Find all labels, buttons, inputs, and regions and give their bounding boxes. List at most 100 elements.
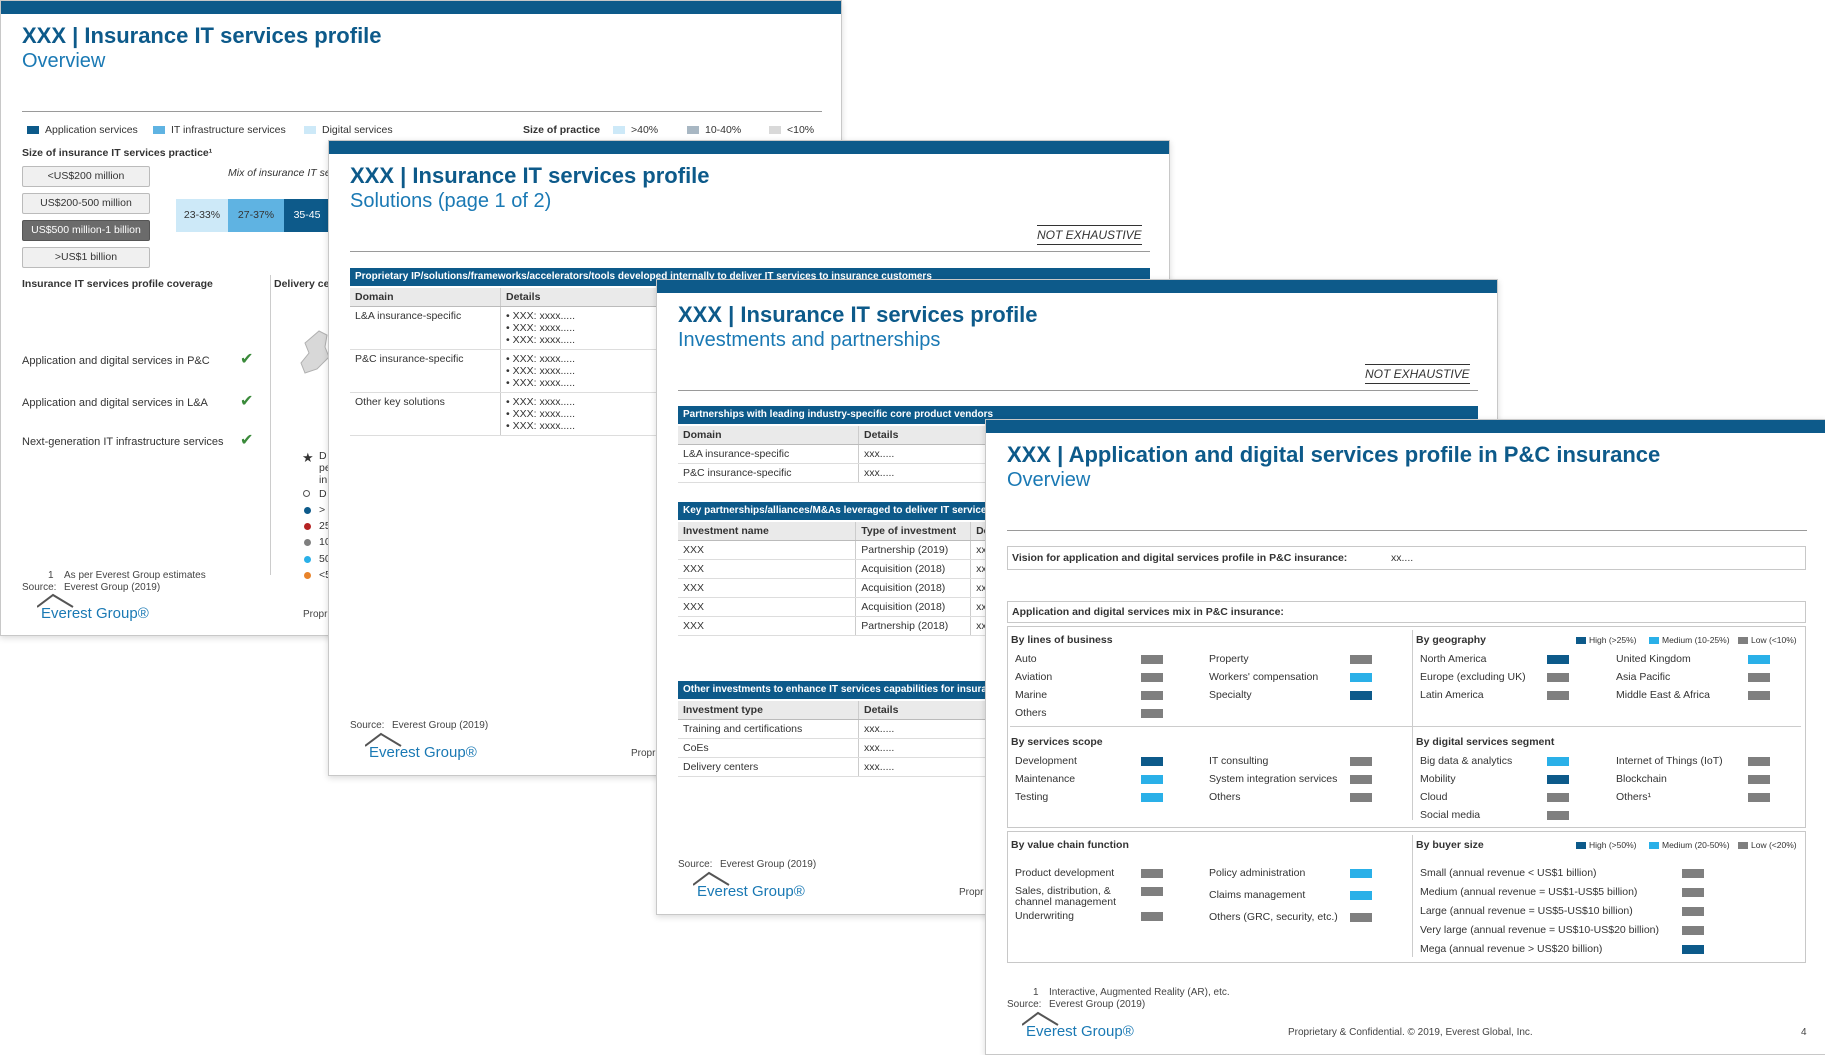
practice-option[interactable]: <US$200 million [22,166,150,187]
dot-orange-icon [304,572,311,579]
mix-segment: 23-33% [176,199,228,232]
mix-box: Application and digital services mix in … [1007,601,1806,623]
vision-label: Vision for application and digital servi… [1012,552,1348,564]
proprietary-note: Propr [303,609,328,620]
scope-rating-swatch [1350,793,1372,802]
value-rating-swatch [1141,869,1163,878]
table-row: XXX Partnership (2019) xxx [678,540,998,560]
digital-label: Others¹ [1616,791,1652,803]
digital-label: Big data & analytics [1420,755,1513,767]
coverage-item: Application and digital services in L&A [22,397,208,409]
everest-mountain-icon [693,871,730,886]
slide-subtitle: Overview [1007,469,1091,491]
slide-title: XXX | Insurance IT services profile [678,302,1038,327]
everest-logo: Everest Group® [1022,1011,1134,1040]
coverage-item: Next-generation IT infrastructure servic… [22,436,224,448]
digital-label: Cloud [1420,791,1448,803]
value-label-extra: channel management [1015,896,1116,908]
scope-label: System integration services [1209,773,1338,785]
table-row: L&A insurance-specific xxx..... [678,444,998,464]
table-row: XXX Acquisition (2018) xxx [678,578,998,598]
geo-rating-swatch [1547,673,1569,682]
buyer-rating-swatch [1682,907,1704,916]
value-label: Claims management [1209,889,1306,901]
legend-text: Low (<10%) [1751,635,1797,645]
lob-label: Workers' compensation [1209,671,1319,683]
page-number: 4 [1801,1027,1807,1038]
legend-swatch [1738,637,1748,645]
footnote-number: 1 [48,570,54,581]
dot-red-icon [304,523,311,530]
star-icon: ★ [302,450,314,465]
lob-rating-swatch [1350,655,1372,664]
digital-rating-swatch [1547,811,1569,820]
lob-rating-swatch [1350,691,1372,700]
vendors-table: Domain Details L&A insurance-specific xxx.… [678,426,998,483]
mix-segment: 27-37% [228,199,284,232]
value-label: Product development [1015,867,1115,879]
legend-infrastructure: IT infrastructure services [153,124,286,136]
legend-swatch [1576,637,1586,645]
proprietary-note: Proprietary & Confidential. © 2019, Ever… [1288,1027,1533,1038]
slide-pc-overview[interactable]: XXX | Application and digital services p… [985,419,1825,1055]
digital-heading: By digital services segment [1416,736,1555,748]
slide-subtitle: Overview [22,50,106,72]
size-legend-high: >40% [613,124,658,136]
table-header: Domain Details [678,426,998,445]
check-icon: ✔ [240,432,254,449]
geo-label: Latin America [1420,689,1484,701]
digital-rating-swatch [1547,793,1569,802]
lob-rating-swatch [1141,709,1163,718]
practice-option[interactable]: US$200-500 million [22,193,150,214]
table-row: XXX Partnership (2018) xxx [678,616,998,636]
panel-divider [1412,726,1801,727]
practice-option-selected[interactable]: US$500 million-1 billion [22,220,150,241]
geo-label: North America [1420,653,1487,665]
geo-label: United Kingdom [1616,653,1691,665]
lob-label: Auto [1015,653,1037,665]
table-row: Delivery centers xxx..... [678,757,998,777]
slide-subtitle: Investments and partnerships [678,329,941,351]
buyer-label: Small (annual revenue < US$1 billion) [1420,867,1597,879]
lob-heading: By lines of business [1011,634,1113,646]
investments-table: Investment type Details Training and cert… [678,701,998,777]
digital-label: Social media [1420,809,1481,821]
value-heading: By value chain function [1011,839,1129,851]
mix-segment: 35-45 [284,199,330,232]
everest-mountain-icon [1022,1011,1059,1026]
lob-label: Others [1015,707,1047,719]
legend-application: Application services [27,124,138,136]
table-header: Investment type Details [678,701,998,720]
source-label: Source: [678,859,713,870]
legend-text: High (>25%) [1589,635,1637,645]
panel-divider [1412,835,1413,957]
practice-option[interactable]: >US$1 billion [22,247,150,268]
scope-rating-swatch [1350,757,1372,766]
value-rating-swatch [1350,913,1372,922]
digital-label: Internet of Things (IoT) [1616,755,1723,767]
source: Everest Group (2019) [1049,999,1146,1010]
value-rating-swatch [1350,869,1372,878]
scope-label: Testing [1015,791,1049,803]
dot-gray-icon [304,539,311,546]
size-legend-mid: 10-40% [687,124,741,136]
vision-box: Vision for application and digital servi… [1007,546,1806,570]
value-label: Underwriting [1015,910,1074,922]
buyer-label: Mega (annual revenue > US$20 billion) [1420,943,1603,955]
delivery-fragment: D [319,488,327,500]
source: Everest Group (2019) [392,720,489,731]
legend-swatch [1649,637,1659,645]
lob-rating-swatch [1350,673,1372,682]
not-exhaustive-badge: NOT EXHAUSTIVE [1365,364,1470,384]
footnote: As per Everest Group estimates [64,570,206,581]
value-label: Policy administration [1209,867,1306,879]
value-rating-swatch [1141,887,1163,896]
slide-top-bar [657,280,1497,293]
proprietary-note: Propr [959,887,984,898]
delivery-heading: Delivery ce [274,278,330,290]
geo-label: Asia Pacific [1616,671,1671,683]
delivery-fragment: D [319,450,327,462]
geo-label: Middle East & Africa [1616,689,1710,701]
table-row: CoEs xxx..... [678,738,998,758]
table-header: Investment nameType of investmentDet [678,522,998,541]
